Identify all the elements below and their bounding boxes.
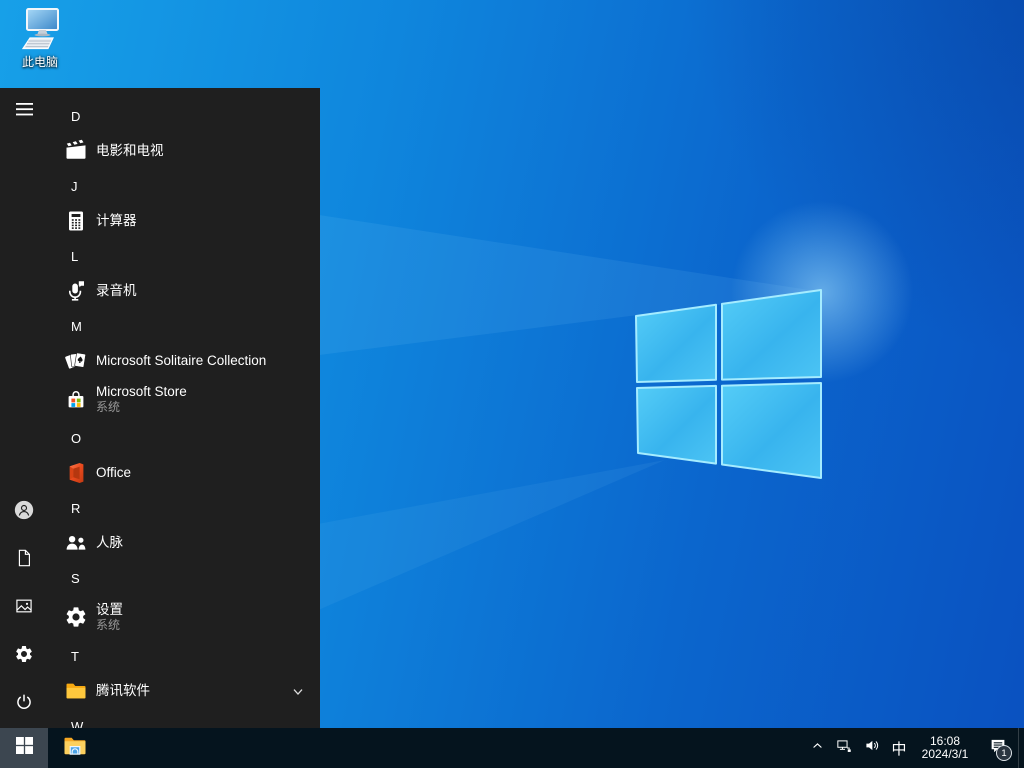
file-explorer-button[interactable] [55, 728, 95, 768]
show-desktop-button[interactable] [1019, 728, 1024, 768]
app-item[interactable]: 计算器 [48, 204, 320, 238]
app-item-label: Microsoft Store [96, 384, 187, 399]
rail-spacer [0, 136, 48, 488]
people-icon [64, 531, 88, 555]
movies-tv-icon [64, 139, 88, 163]
start-menu-panel: D 电影和电视 J 计算器 L 录音机 M Microsoft Solitaire Colle… [0, 88, 320, 728]
gear-icon [64, 605, 88, 629]
gear-icon [14, 644, 34, 669]
app-section-letter-t[interactable]: T [48, 638, 320, 674]
app-item-label: Microsoft Solitaire Collection [96, 353, 267, 368]
user-icon [14, 500, 34, 525]
app-section-letter-j[interactable]: J [48, 168, 320, 204]
file-explorer-icon [62, 733, 88, 764]
app-item-label: 计算器 [96, 213, 137, 228]
app-item[interactable]: 电影和电视 [48, 134, 320, 168]
app-item-label: 电影和电视 [96, 143, 164, 158]
volume-icon [864, 737, 881, 759]
app-item[interactable]: 录音机 [48, 274, 320, 308]
clock-date: 2024/3/1 [921, 747, 969, 761]
settings-button[interactable] [0, 632, 48, 680]
app-section-letter-d[interactable]: D [48, 98, 320, 134]
app-item-label: 人脉 [96, 535, 123, 550]
app-section-letter-l[interactable]: L [48, 238, 320, 274]
pictures-icon [14, 596, 34, 621]
app-item-sublabel: 系统 [96, 618, 121, 632]
app-section-letter-r[interactable]: R [48, 490, 320, 526]
app-item[interactable]: 设置 系统 [48, 596, 320, 638]
app-item[interactable]: 腾讯软件 [48, 674, 320, 708]
start-menu-rail [0, 88, 48, 728]
tray-overflow-button[interactable] [804, 728, 830, 768]
volume-button[interactable] [858, 728, 886, 768]
app-section-letter-w[interactable]: W [48, 708, 320, 729]
app-item-label: 录音机 [96, 283, 137, 298]
app-item[interactable]: Microsoft Solitaire Collection [48, 344, 320, 378]
app-item[interactable]: Office [48, 456, 320, 490]
store-icon [64, 387, 88, 411]
windows-desktop: 此电脑 D 电影和电视 J 计算器 L 录音机 M Microsoft Solitaire C… [0, 0, 1024, 768]
app-section-letter-m[interactable]: M [48, 308, 320, 344]
app-item[interactable]: Microsoft Store 系统 [48, 378, 320, 420]
documents-button[interactable] [0, 536, 48, 584]
office-icon [64, 461, 88, 485]
folder-icon [64, 679, 88, 703]
start-button[interactable] [0, 728, 48, 768]
app-item-sublabel: 系统 [96, 400, 121, 414]
system-tray: 中 16:08 2024/3/1 1 [804, 728, 1024, 768]
rail-bottom-buttons [0, 488, 48, 728]
app-section-letter-s[interactable]: S [48, 560, 320, 596]
expand-menu-button[interactable] [0, 88, 48, 136]
taskbar-pinned-apps [48, 728, 95, 768]
app-item[interactable]: 人脉 [48, 526, 320, 560]
chevron-up-icon [809, 737, 826, 759]
windows-logo-icon [15, 737, 33, 759]
notification-badge: 1 [996, 745, 1012, 761]
desktop-icon-label: 此电脑 [21, 55, 58, 69]
user-button[interactable] [0, 488, 48, 536]
chevron-down-icon [292, 685, 304, 697]
voice-recorder-icon [64, 279, 88, 303]
solitaire-icon [64, 349, 88, 373]
document-icon [14, 548, 34, 573]
network-icon [836, 737, 853, 759]
pictures-button[interactable] [0, 584, 48, 632]
action-center-button[interactable]: 1 [978, 728, 1018, 768]
taskbar: 中 16:08 2024/3/1 1 [0, 728, 1024, 768]
network-button[interactable] [830, 728, 858, 768]
app-item-label: 腾讯软件 [96, 683, 150, 698]
app-item-label: Office [96, 465, 132, 480]
power-icon [14, 692, 34, 717]
app-section-letter-o[interactable]: O [48, 420, 320, 456]
power-button[interactable] [0, 680, 48, 728]
app-item-label: 设置 [96, 602, 123, 617]
ime-indicator[interactable]: 中 [886, 728, 912, 768]
clock-button[interactable]: 16:08 2024/3/1 [912, 728, 978, 768]
this-pc-icon [16, 6, 64, 54]
hamburger-icon [15, 101, 33, 123]
desktop-icon-this-pc[interactable]: 此电脑 [7, 6, 73, 69]
calculator-icon [64, 209, 88, 233]
start-app-list: D 电影和电视 J 计算器 L 录音机 M Microsoft Solitaire Colle… [48, 88, 320, 728]
